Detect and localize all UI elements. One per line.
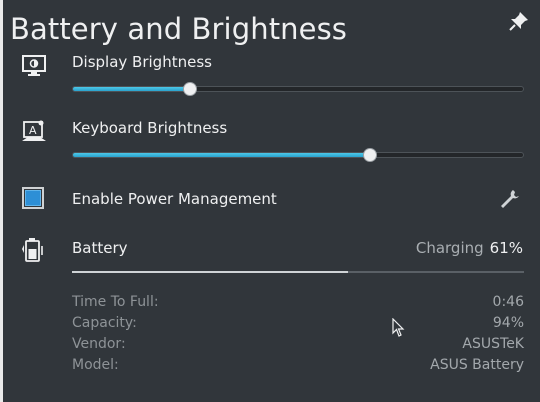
power-management-checkbox[interactable]	[22, 187, 44, 209]
detail-key: Capacity:	[72, 315, 137, 331]
pin-icon[interactable]	[508, 10, 530, 32]
detail-key: Model:	[72, 357, 119, 373]
detail-row-model: Model: ASUS Battery	[72, 357, 524, 378]
battery-charging-state: Charging	[415, 239, 484, 257]
battery-brightness-popup: Battery and Brightness Display Brightnes…	[3, 0, 540, 402]
mouse-cursor-icon	[392, 318, 405, 337]
detail-key: Vendor:	[72, 336, 126, 352]
detail-value: 0:46	[492, 294, 524, 310]
keyboard-brightness-slider-fill	[73, 153, 370, 157]
wrench-icon[interactable]	[498, 188, 520, 210]
battery-details: Time To Full: 0:46 Capacity: 94% Vendor:…	[72, 294, 524, 378]
detail-value: 94%	[492, 315, 524, 331]
display-brightness-icon	[22, 55, 46, 76]
battery-label: Battery	[72, 239, 128, 257]
display-brightness-slider-fill	[73, 87, 190, 91]
detail-row-time-to-full: Time To Full: 0:46	[72, 294, 524, 315]
battery-charge-bar-fill	[72, 271, 348, 273]
display-brightness-slider-handle[interactable]	[183, 82, 197, 96]
power-management-label[interactable]: Enable Power Management	[72, 190, 277, 208]
keyboard-brightness-slider-handle[interactable]	[363, 148, 377, 162]
keyboard-brightness-slider[interactable]	[72, 148, 524, 162]
keyboard-brightness-icon: A	[22, 120, 46, 141]
battery-status: Charging 61%	[416, 239, 523, 257]
checkbox-checked-indicator	[25, 190, 41, 206]
battery-charge-bar	[72, 271, 524, 273]
display-brightness-label: Display Brightness	[72, 53, 212, 71]
detail-value: ASUS Battery	[430, 357, 524, 373]
battery-icon	[22, 238, 43, 262]
keyboard-brightness-label: Keyboard Brightness	[72, 119, 228, 137]
popup-title: Battery and Brightness	[10, 12, 348, 46]
detail-row-vendor: Vendor: ASUSTeK	[72, 336, 524, 357]
battery-percent: 61%	[489, 239, 523, 257]
detail-value: ASUSTeK	[462, 336, 524, 352]
svg-text:A: A	[29, 124, 37, 137]
detail-key: Time To Full:	[72, 294, 159, 310]
display-brightness-slider[interactable]	[72, 82, 524, 96]
detail-row-capacity: Capacity: 94%	[72, 315, 524, 336]
